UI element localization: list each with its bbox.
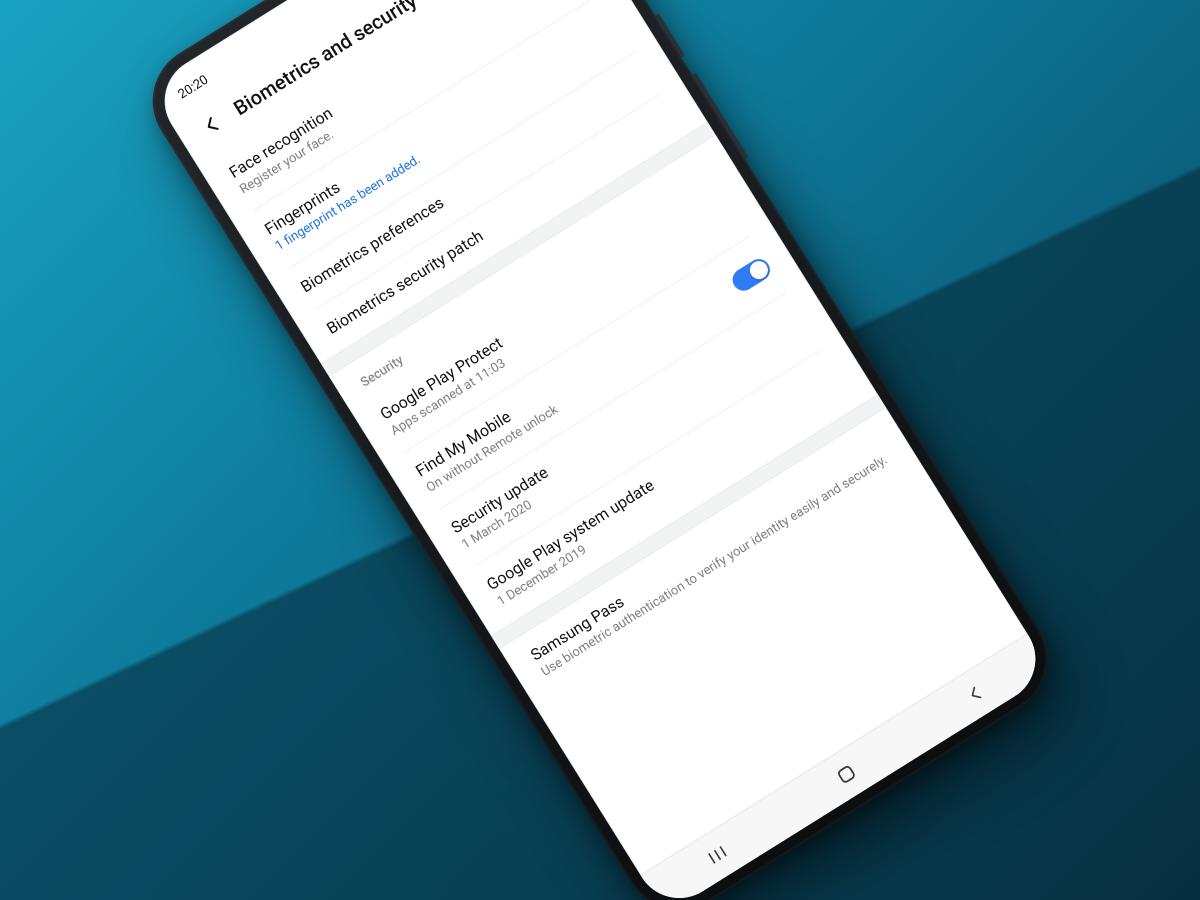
settings-list: Face recognition Register your face. Fin… [198, 0, 921, 705]
nav-recents-button[interactable] [698, 836, 737, 875]
back-button[interactable] [193, 106, 232, 145]
phone-screen: 20:20 [148, 0, 1052, 900]
nav-home-button[interactable] [827, 755, 866, 794]
nav-back-button[interactable] [956, 675, 995, 714]
find-my-mobile-toggle[interactable] [728, 255, 774, 295]
status-time: 20:20 [175, 72, 210, 102]
stage: 20:20 [0, 0, 1200, 900]
